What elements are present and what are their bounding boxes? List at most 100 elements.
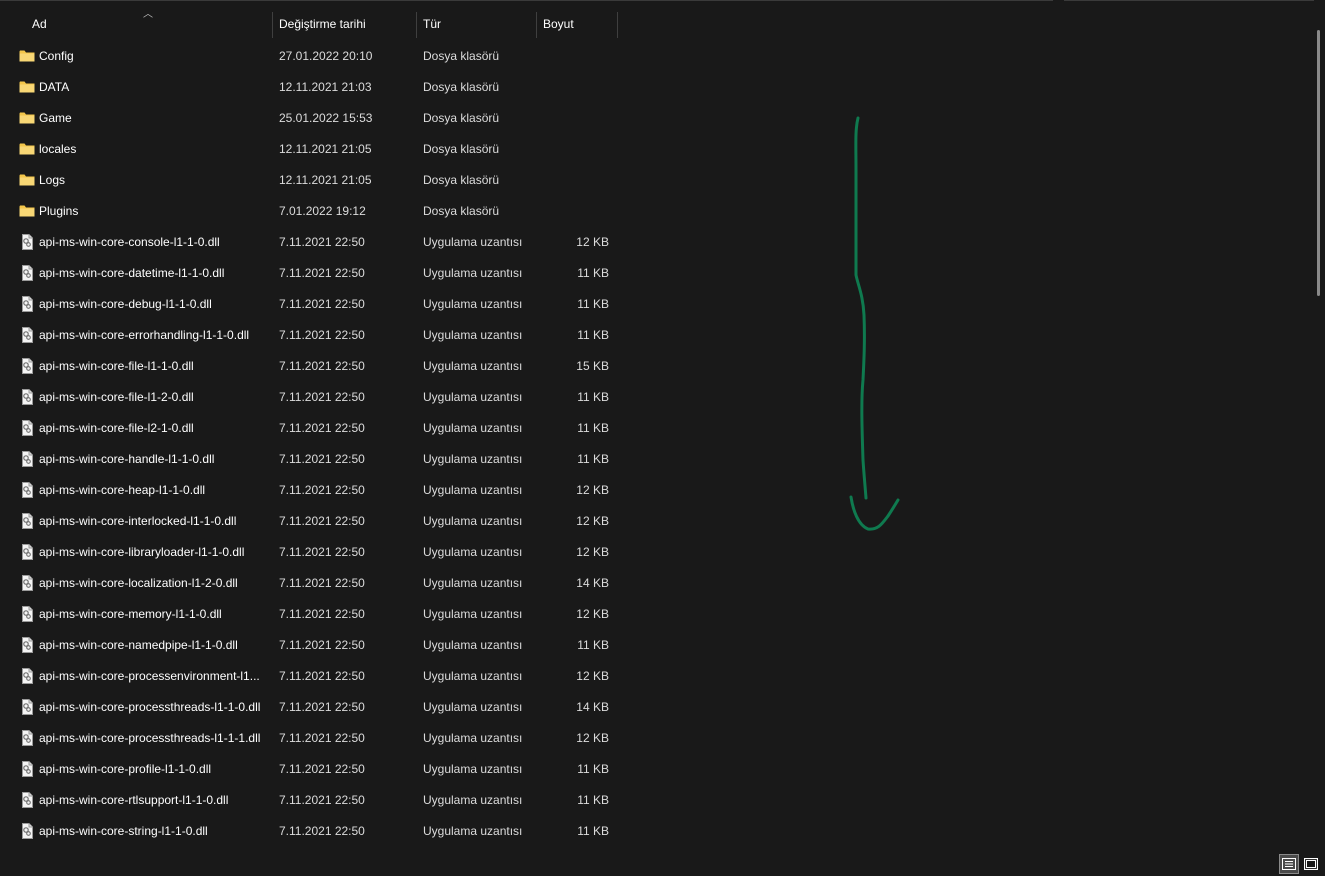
table-row[interactable]: api-ms-win-core-debug-l1-1-0.dll 7.11.202…	[0, 289, 640, 320]
file-name: api-ms-win-core-interlocked-l1-1-0.dll	[39, 514, 237, 528]
file-date-modified: 12.11.2021 21:05	[279, 142, 372, 156]
file-size: 11 KB	[577, 824, 609, 838]
file-date-modified: 7.11.2021 22:50	[279, 421, 365, 435]
table-row[interactable]: Plugins 7.01.2022 19:12 Dosya klasörü	[0, 196, 640, 227]
table-row[interactable]: api-ms-win-core-processthreads-l1-1-1.dl…	[0, 723, 640, 754]
file-date-modified: 7.01.2022 19:12	[279, 204, 366, 218]
file-type: Uygulama uzantısı	[423, 235, 523, 249]
table-row[interactable]: api-ms-win-core-file-l1-2-0.dll 7.11.2021…	[0, 382, 640, 413]
table-row[interactable]: locales 12.11.2021 21:05 Dosya klasörü	[0, 134, 640, 165]
file-name: api-ms-win-core-string-l1-1-0.dll	[39, 824, 208, 838]
column-header-date[interactable]: Değiştirme tarihi	[273, 10, 416, 38]
view-switcher	[1279, 854, 1321, 874]
file-name: api-ms-win-core-console-l1-1-0.dll	[39, 235, 220, 249]
large-icons-view-button[interactable]	[1301, 854, 1321, 874]
table-row[interactable]: api-ms-win-core-namedpipe-l1-1-0.dll 7.11…	[0, 630, 640, 661]
file-size: 11 KB	[577, 390, 609, 404]
folder-icon	[19, 111, 35, 125]
table-row[interactable]: api-ms-win-core-errorhandling-l1-1-0.dll…	[0, 320, 640, 351]
column-header-size[interactable]: Boyut	[537, 10, 617, 38]
file-name: api-ms-win-core-processenvironment-l1...	[39, 669, 260, 683]
file-type: Uygulama uzantısı	[423, 607, 523, 621]
table-row[interactable]: api-ms-win-core-rtlsupport-l1-1-0.dll 7.1…	[0, 785, 640, 816]
file-date-modified: 7.11.2021 22:50	[279, 576, 365, 590]
file-name: api-ms-win-core-rtlsupport-l1-1-0.dll	[39, 793, 229, 807]
table-row[interactable]: api-ms-win-core-heap-l1-1-0.dll 7.11.2021…	[0, 475, 640, 506]
table-row[interactable]: api-ms-win-core-datetime-l1-1-0.dll 7.11.…	[0, 258, 640, 289]
file-date-modified: 7.11.2021 22:50	[279, 483, 365, 497]
file-type: Uygulama uzantısı	[423, 762, 523, 776]
details-view-button[interactable]	[1279, 854, 1299, 874]
table-row[interactable]: Game 25.01.2022 15:53 Dosya klasörü	[0, 103, 640, 134]
table-row[interactable]: api-ms-win-core-handle-l1-1-0.dll 7.11.20…	[0, 444, 640, 475]
file-size	[538, 103, 609, 134]
file-date-modified: 7.11.2021 22:50	[279, 824, 365, 838]
table-row[interactable]: api-ms-win-core-interlocked-l1-1-0.dll 7.…	[0, 506, 640, 537]
file-size	[538, 196, 609, 227]
table-row[interactable]: api-ms-win-core-console-l1-1-0.dll 7.11.2…	[0, 227, 640, 258]
file-name: Config	[39, 49, 74, 63]
table-row[interactable]: api-ms-win-core-file-l1-1-0.dll 7.11.2021…	[0, 351, 640, 382]
file-size: 12 KB	[576, 483, 609, 497]
column-divider[interactable]	[617, 12, 618, 38]
table-row[interactable]: api-ms-win-core-file-l2-1-0.dll 7.11.2021…	[0, 413, 640, 444]
file-size: 12 KB	[576, 669, 609, 683]
dll-file-icon	[19, 265, 35, 281]
file-type: Uygulama uzantısı	[423, 390, 523, 404]
file-size: 12 KB	[576, 731, 609, 745]
column-header-type[interactable]: Tür	[417, 10, 536, 38]
file-type: Uygulama uzantısı	[423, 824, 523, 838]
file-date-modified: 12.11.2021 21:03	[279, 80, 372, 94]
file-date-modified: 7.11.2021 22:50	[279, 452, 365, 466]
table-row[interactable]: api-ms-win-core-processthreads-l1-1-0.dl…	[0, 692, 640, 723]
file-date-modified: 25.01.2022 15:53	[279, 111, 373, 125]
file-type: Dosya klasörü	[423, 49, 500, 63]
column-header-bar: ︿ Ad Değiştirme tarihi Tür Boyut	[0, 10, 620, 38]
dll-file-icon	[19, 792, 35, 808]
file-size: 14 KB	[576, 700, 609, 714]
dll-file-icon	[19, 327, 35, 343]
file-date-modified: 7.11.2021 22:50	[279, 793, 365, 807]
table-row[interactable]: api-ms-win-core-memory-l1-1-0.dll 7.11.20…	[0, 599, 640, 630]
dll-file-icon	[19, 668, 35, 684]
file-type: Uygulama uzantısı	[423, 700, 523, 714]
table-row[interactable]: api-ms-win-core-profile-l1-1-0.dll 7.11.2…	[0, 754, 640, 785]
top-border	[0, 0, 1053, 1]
file-type: Dosya klasörü	[423, 111, 500, 125]
file-name: api-ms-win-core-file-l1-1-0.dll	[39, 359, 194, 373]
file-size	[538, 41, 609, 72]
file-date-modified: 7.11.2021 22:50	[279, 545, 365, 559]
file-size: 11 KB	[577, 452, 609, 466]
table-row[interactable]: Logs 12.11.2021 21:05 Dosya klasörü	[0, 165, 640, 196]
file-explorer-window: ︿ Ad Değiştirme tarihi Tür Boyut Config 2…	[0, 0, 1325, 876]
file-date-modified: 7.11.2021 22:50	[279, 266, 365, 280]
file-date-modified: 7.11.2021 22:50	[279, 762, 365, 776]
file-name: api-ms-win-core-file-l1-2-0.dll	[39, 390, 194, 404]
dll-file-icon	[19, 699, 35, 715]
file-date-modified: 7.11.2021 22:50	[279, 390, 365, 404]
file-name: DATA	[39, 80, 70, 94]
folder-icon	[19, 49, 35, 63]
file-type: Uygulama uzantısı	[423, 421, 523, 435]
file-date-modified: 7.11.2021 22:50	[279, 607, 365, 621]
large-icons-view-icon	[1304, 858, 1318, 870]
file-date-modified: 12.11.2021 21:05	[279, 173, 372, 187]
table-row[interactable]: api-ms-win-core-string-l1-1-0.dll 7.11.20…	[0, 816, 640, 847]
file-name: api-ms-win-core-handle-l1-1-0.dll	[39, 452, 215, 466]
table-row[interactable]: api-ms-win-core-libraryloader-l1-1-0.dll…	[0, 537, 640, 568]
column-header-name[interactable]: Ad	[26, 10, 272, 38]
vertical-scrollbar[interactable]	[1317, 30, 1320, 296]
file-type: Dosya klasörü	[423, 142, 500, 156]
table-row[interactable]: DATA 12.11.2021 21:03 Dosya klasörü	[0, 72, 640, 103]
table-row[interactable]: Config 27.01.2022 20:10 Dosya klasörü	[0, 41, 640, 72]
file-type: Uygulama uzantısı	[423, 514, 523, 528]
file-name: api-ms-win-core-datetime-l1-1-0.dll	[39, 266, 225, 280]
file-date-modified: 7.11.2021 22:50	[279, 638, 365, 652]
file-type: Uygulama uzantısı	[423, 545, 523, 559]
table-row[interactable]: api-ms-win-core-processenvironment-l1...…	[0, 661, 640, 692]
file-name: api-ms-win-core-namedpipe-l1-1-0.dll	[39, 638, 238, 652]
table-row[interactable]: api-ms-win-core-localization-l1-2-0.dll 7…	[0, 568, 640, 599]
dll-file-icon	[19, 420, 35, 436]
file-date-modified: 7.11.2021 22:50	[279, 328, 365, 342]
file-name: Logs	[39, 173, 66, 187]
